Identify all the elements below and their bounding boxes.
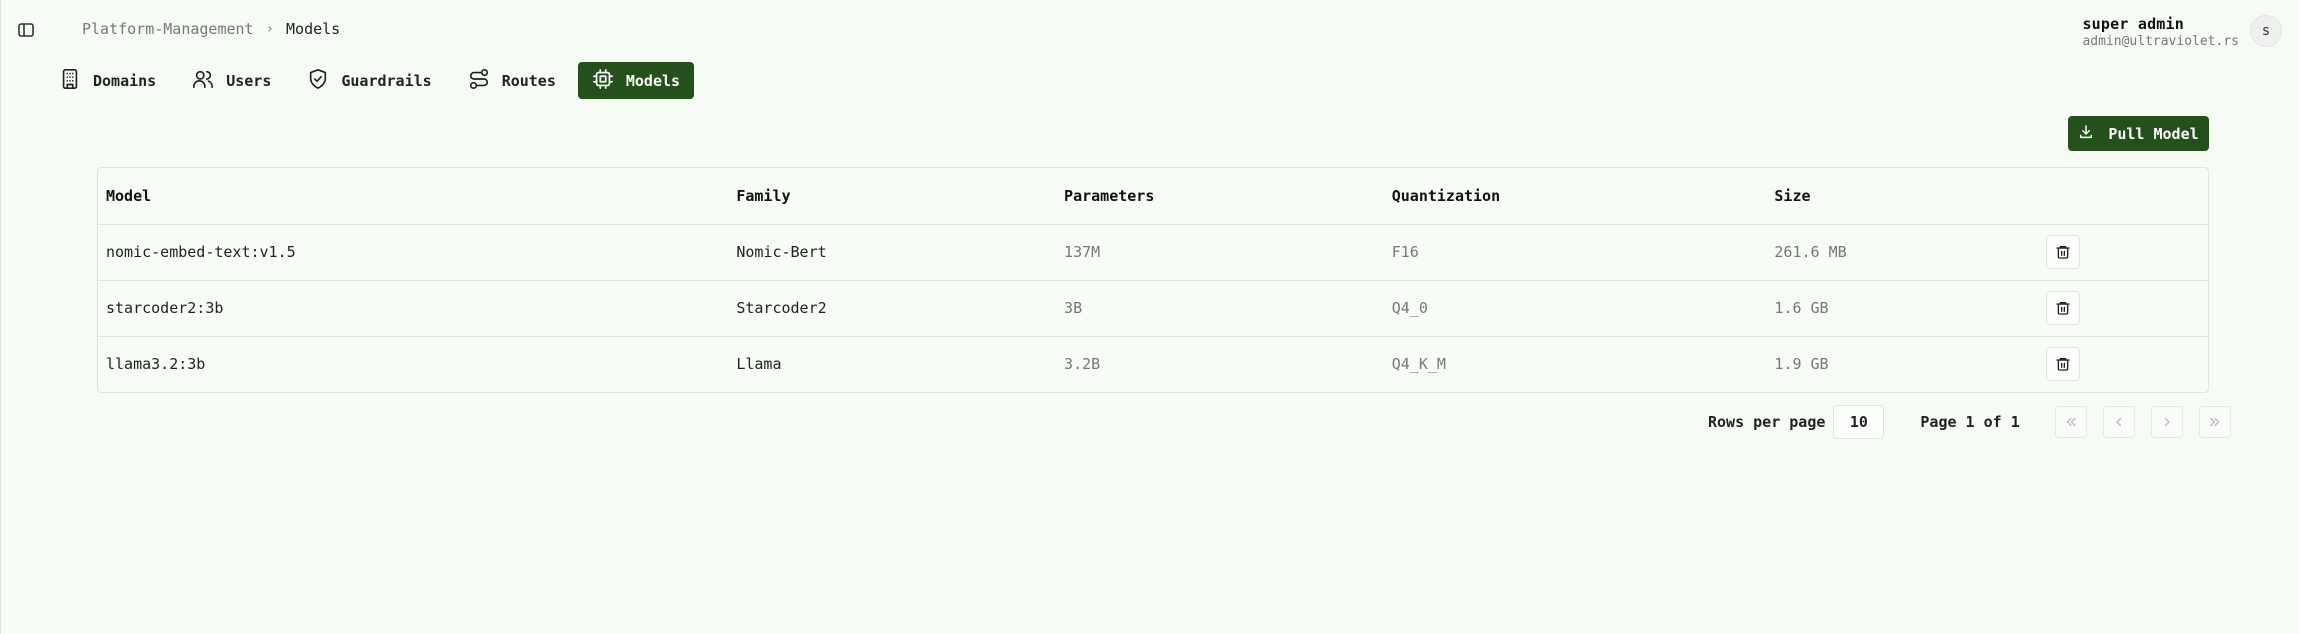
delete-model-button[interactable]: [2046, 347, 2081, 382]
left-border: [0, 0, 1, 634]
chevrons-right-icon: [2210, 417, 2219, 427]
column-header-actions: [2038, 168, 2208, 225]
nav-item-models[interactable]: Models: [577, 62, 695, 99]
pull-model-label: Pull Model: [2108, 124, 2199, 143]
cell-size: 261.6 MB: [1766, 224, 2039, 281]
section-nav: Domains Users Guardrails Routes Models: [45, 62, 702, 99]
chevron-right-icon: [2164, 417, 2170, 427]
cell-model: nomic-embed-text:v1.5: [98, 224, 729, 281]
cell-parameters: 3.2B: [1064, 355, 1101, 374]
delete-model-button[interactable]: [2046, 235, 2081, 269]
route-icon: [468, 68, 490, 94]
pull-model-button[interactable]: Pull Model: [2068, 116, 2209, 151]
page-indicator: Page 1 of 1: [1920, 413, 2020, 431]
pagination: Rows per page 10 Page 1 of 1: [1708, 405, 2231, 439]
nav-label-models: Models: [625, 71, 681, 90]
cpu-icon: [592, 68, 614, 94]
cell-quantization: Q4_K_M: [1391, 355, 1446, 374]
nav-label-guardrails: Guardrails: [341, 71, 432, 90]
users-icon: [192, 68, 214, 94]
rows-per-page-label: Rows per page: [1708, 413, 1826, 431]
rows-per-page-select[interactable]: 10: [1833, 405, 1885, 439]
cell-quantization: Q4_0: [1383, 280, 1767, 337]
chevrons-left-icon: [2066, 417, 2076, 427]
table-header-row: Model Family Parameters Quantization Siz…: [98, 168, 2208, 225]
nav-item-guardrails[interactable]: Guardrails: [293, 62, 445, 99]
building-icon: [59, 68, 81, 94]
table-row: starcoder2:3b Starcoder2 3B Q4_0 1.6 GB: [98, 280, 2208, 337]
delete-model-button[interactable]: [2046, 291, 2081, 325]
cell-family: Nomic-Bert: [728, 224, 1057, 281]
column-header-quantization[interactable]: Quantization: [1383, 168, 1767, 225]
cell-model: llama3.2:3b: [106, 355, 206, 374]
first-page-button[interactable]: [2054, 406, 2087, 438]
nav-item-users[interactable]: Users: [178, 62, 285, 99]
nav-label-domains: Domains: [93, 71, 157, 90]
sidebar-toggle-icon[interactable]: [17, 21, 35, 39]
next-page-button[interactable]: [2150, 406, 2183, 438]
models-table: Model Family Parameters Quantization Siz…: [97, 167, 2209, 393]
cell-family: Llama: [736, 355, 782, 374]
breadcrumb: Platform-Management › Models: [82, 20, 340, 38]
cell-quantization: F16: [1383, 224, 1767, 281]
table-row: nomic-embed-text:v1.5 Nomic-Bert 137M F1…: [98, 224, 2208, 281]
trash-icon: [2056, 358, 2070, 371]
column-header-family[interactable]: Family: [728, 168, 1057, 225]
user-email: admin@ultraviolet.rs: [2082, 34, 2239, 49]
cell-actions: [2038, 224, 2208, 281]
cell-actions: [2038, 280, 2208, 337]
nav-item-routes[interactable]: Routes: [454, 62, 570, 99]
breadcrumb-parent[interactable]: Platform-Management: [82, 20, 254, 38]
user-name: super admin: [2082, 15, 2184, 33]
cell-parameters: 3B: [1056, 280, 1384, 337]
cell-actions: [2038, 336, 2208, 392]
column-header-size[interactable]: Size: [1766, 168, 2039, 225]
trash-icon: [2056, 302, 2070, 315]
app-root: Platform-Management › Models super admin…: [0, 0, 2299, 634]
table-row: llama3.2:3b Llama 3.2B Q4_K_M 1.9 GB: [98, 336, 2208, 392]
column-header-model[interactable]: Model: [98, 168, 729, 225]
trash-icon: [2056, 246, 2070, 259]
breadcrumb-current: Models: [286, 20, 341, 38]
cell-parameters: 137M: [1056, 224, 1384, 281]
chevron-left-icon: [2116, 417, 2121, 427]
top-bar: Platform-Management › Models super admin…: [0, 0, 2299, 60]
last-page-button[interactable]: [2198, 406, 2231, 438]
cell-size: 1.6 GB: [1766, 280, 2039, 337]
download-icon: [2078, 124, 2094, 144]
previous-page-button[interactable]: [2102, 406, 2135, 438]
shield-check-icon: [307, 68, 329, 94]
nav-item-domains[interactable]: Domains: [45, 62, 170, 99]
nav-label-users: Users: [226, 71, 272, 90]
nav-label-routes: Routes: [501, 71, 556, 90]
cell-family: Starcoder2: [728, 280, 1057, 337]
cell-model: starcoder2:3b: [98, 280, 729, 337]
avatar[interactable]: s: [2250, 15, 2282, 47]
column-header-parameters[interactable]: Parameters: [1056, 168, 1384, 225]
user-info[interactable]: super admin admin@ultraviolet.rs: [2082, 15, 2239, 49]
breadcrumb-separator-icon: ›: [265, 21, 275, 37]
cell-size: 1.9 GB: [1774, 355, 1829, 374]
